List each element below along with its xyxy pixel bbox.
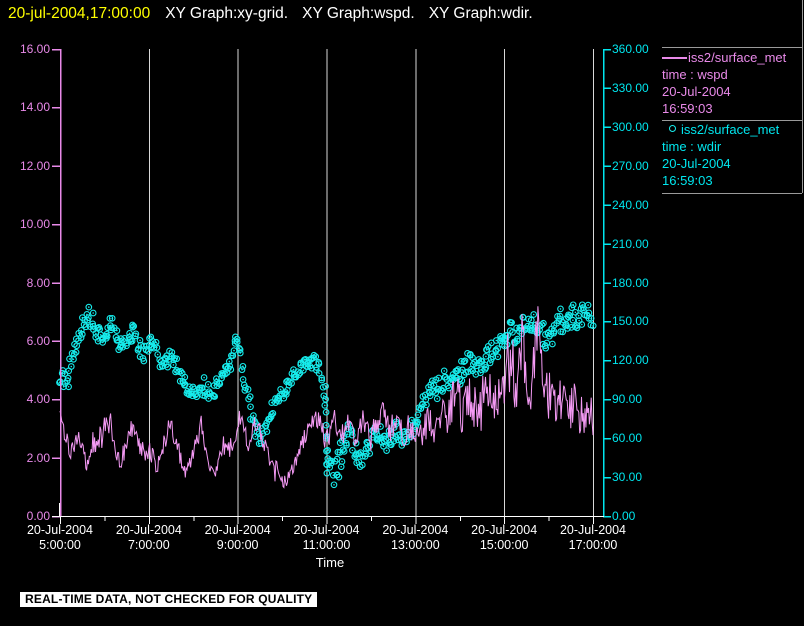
x-tick-label: 20-Jul-2004 7:00:00 (115, 523, 182, 552)
wspd-date: 20-Jul-2004 (662, 84, 731, 99)
x-tick-label: 20-Jul-2004 13:00:00 (382, 523, 449, 552)
legend-right-border (802, 0, 803, 193)
y-right-tick-label: 360.00 (612, 42, 649, 56)
y-left-tick-label: 16.00 (19, 42, 50, 56)
y-left-tick-label: 8.00 (26, 275, 50, 290)
wdir-date: 20-Jul-2004 (662, 156, 731, 171)
quality-disclaimer: REAL-TIME DATA, NOT CHECKED FOR QUALITY (20, 592, 318, 607)
wspd-source: iss2/surface_met (688, 50, 787, 65)
y-right-tick-label: 210.00 (612, 236, 649, 251)
y-right-tick-label: 120.00 (612, 353, 649, 368)
wspd-time: 16:59:03 (662, 101, 713, 116)
y-right-tick-label: 90.00 (612, 392, 643, 407)
legend: iss2/surface_met time : wspd 20-Jul-2004… (662, 0, 804, 200)
wspd-variable: time : wspd (662, 67, 728, 82)
app-window: 20-jul-2004,17:00:00 XY Graph:xy-grid. XY … (0, 0, 804, 626)
x-tick-label: 20-Jul-2004 15:00:00 (471, 523, 538, 552)
y-left-tick-label: 6.00 (26, 333, 50, 348)
wdir-variable: time : wdir (662, 139, 722, 154)
legend-entry-wdir: iss2/surface_met time : wdir 20-Jul-2004… (662, 121, 802, 189)
x-tick-label: 20-Jul-2004 5:00:00 (26, 523, 93, 552)
y-right-tick-label: 0.00 (612, 509, 636, 523)
axes (52, 48, 611, 524)
y-left-tick-label: 12.00 (19, 158, 50, 173)
y-right-tick-label: 150.00 (612, 314, 649, 329)
x-axis-title: Time (315, 555, 345, 570)
y-right-tick-label: 60.00 (612, 431, 643, 446)
y-right-tick-label: 270.00 (612, 158, 649, 173)
y-left-tick-label: 0.00 (26, 509, 50, 523)
legend-divider (662, 193, 802, 194)
y-right-tick-label: 240.00 (612, 197, 649, 212)
y-left-tick-label: 4.00 (26, 392, 50, 407)
y-left-tick-label: 2.00 (26, 450, 50, 465)
y-right-tick-label: 30.00 (612, 470, 643, 485)
y-right-tick-label: 300.00 (612, 119, 649, 134)
x-tick-label: 20-Jul-2004 9:00:00 (204, 523, 271, 552)
legend-divider (662, 47, 802, 48)
y-right-tick-label: 180.00 (612, 275, 649, 290)
wdir-marker-swatch (669, 125, 676, 132)
x-tick-label: 20-Jul-2004 17:00:00 (559, 523, 626, 552)
wdir-source: iss2/surface_met (681, 122, 780, 137)
y-right-tick-label: 330.00 (612, 80, 649, 95)
x-tick-label: 20-Jul-2004 11:00:00 (293, 523, 360, 552)
wspd-line-swatch (662, 57, 687, 59)
wdir-time: 16:59:03 (662, 173, 713, 188)
y-left-tick-label: 14.00 (19, 100, 50, 115)
y-left-tick-label: 10.00 (19, 217, 50, 232)
legend-entry-wspd: iss2/surface_met time : wspd 20-Jul-2004… (662, 49, 802, 117)
